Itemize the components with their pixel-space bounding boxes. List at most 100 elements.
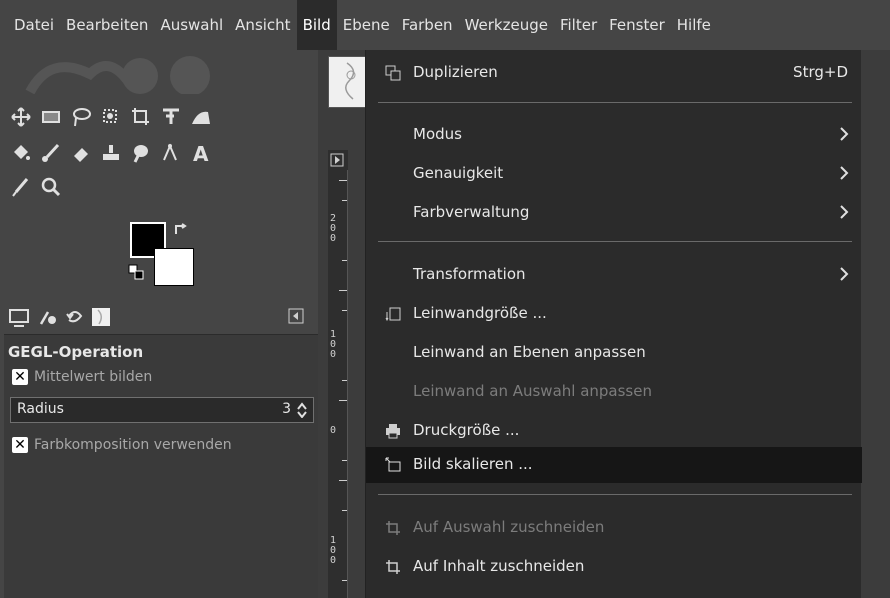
- menu-separator: [378, 102, 852, 103]
- ruler-tick: [339, 290, 347, 291]
- move-tool-icon[interactable]: [8, 102, 34, 132]
- fuzzy-select-icon[interactable]: [98, 102, 124, 132]
- menu-entry-leinwandgroesse[interactable]: Leinwandgröße ...: [366, 296, 862, 332]
- undo-history-tab-icon[interactable]: [64, 306, 88, 328]
- default-colors-icon[interactable]: [128, 264, 144, 280]
- menu-entry-leinwand-an-auswahl[interactable]: Leinwand an Auswahl anpassen: [366, 374, 862, 410]
- menu-entry-label: Modus: [413, 125, 462, 143]
- menu-fenster[interactable]: Fenster: [603, 0, 671, 50]
- menu-entry-auf-inhalt-zuschneiden[interactable]: Auf Inhalt zuschneiden: [366, 549, 862, 585]
- dock-tab-bar: [4, 302, 318, 332]
- menu-entry-auf-auswahl-zuschneiden[interactable]: Auf Auswahl zuschneiden: [366, 510, 862, 546]
- tool-row-2: A: [8, 138, 218, 172]
- menu-entry-genauigkeit[interactable]: Genauigkeit: [366, 156, 862, 192]
- ruler-tick: [339, 400, 347, 401]
- background-color[interactable]: [154, 248, 194, 286]
- menu-bild[interactable]: Bild: [296, 0, 337, 50]
- crop-icon: [386, 560, 400, 574]
- menu-ebene[interactable]: Ebene: [337, 0, 396, 50]
- warp-transform-icon[interactable]: [188, 102, 214, 132]
- device-status-tab-icon[interactable]: [38, 306, 62, 328]
- ruler-tick: [342, 310, 347, 311]
- color-swatches: [126, 222, 198, 286]
- ruler-tick: [339, 480, 347, 481]
- ruler-corner[interactable]: [328, 150, 348, 170]
- eraser-icon[interactable]: [68, 138, 94, 168]
- crop-icon: [386, 521, 400, 535]
- ruler-tick: [339, 180, 347, 181]
- color-composition-option[interactable]: ✕ Farbkomposition verwenden: [12, 437, 232, 453]
- wilber-logo-icon: [25, 56, 210, 94]
- menu-entry-label: Farbverwaltung: [413, 203, 530, 221]
- crop-tool-icon[interactable]: [128, 102, 154, 132]
- unified-transform-icon[interactable]: [158, 102, 184, 132]
- color-composition-label: Farbkomposition verwenden: [34, 437, 232, 453]
- left-dock: A GEGL-Operation ✕ Mittelwert bilden Rad…: [0, 50, 318, 598]
- menu-entry-label: Auf Inhalt zuschneiden: [413, 557, 585, 575]
- menu-farben[interactable]: Farben: [396, 0, 459, 50]
- scale-image-icon: [385, 457, 401, 472]
- text-tool-icon[interactable]: A: [188, 138, 214, 168]
- menu-entry-bild-skalieren[interactable]: Bild skalieren ...: [366, 447, 862, 483]
- menu-entry-label: Leinwand an Ebenen anpassen: [413, 343, 646, 361]
- average-option[interactable]: ✕ Mittelwert bilden: [12, 369, 152, 385]
- paths-tool-icon[interactable]: [158, 138, 184, 168]
- menu-entry-label: Bild skalieren ...: [413, 455, 533, 473]
- ruler-tick: [342, 510, 347, 511]
- ruler-label: 0: [330, 425, 337, 436]
- menu-entry-druckgroesse[interactable]: Druckgröße ...: [366, 413, 862, 449]
- menu-ansicht[interactable]: Ansicht: [229, 0, 296, 50]
- menu-werkzeuge[interactable]: Werkzeuge: [459, 0, 554, 50]
- menu-entry-label: Druckgröße ...: [413, 421, 520, 439]
- tool-options-tab-icon[interactable]: [8, 306, 32, 328]
- paintbrush-icon[interactable]: [38, 138, 64, 168]
- printer-icon: [386, 424, 400, 439]
- rect-select-icon[interactable]: [38, 102, 64, 132]
- menu-entry-farbverwaltung[interactable]: Farbverwaltung: [366, 195, 862, 231]
- average-label: Mittelwert bilden: [34, 369, 153, 385]
- menu-entry-label: Duplizieren: [413, 63, 498, 81]
- menu-hilfe[interactable]: Hilfe: [671, 0, 717, 50]
- submenu-arrow-icon: [840, 127, 849, 141]
- radius-label: Radius: [17, 401, 64, 417]
- smudge-icon[interactable]: [128, 138, 154, 168]
- menu-datei[interactable]: Datei: [0, 0, 60, 50]
- menu-auswahl[interactable]: Auswahl: [154, 0, 229, 50]
- menu-entry-leinwand-an-ebenen[interactable]: Leinwand an Ebenen anpassen: [366, 335, 862, 371]
- menu-entry-duplizieren[interactable]: Duplizieren Strg+D: [366, 55, 862, 91]
- lasso-select-icon[interactable]: [68, 102, 94, 132]
- menu-entry-transformation[interactable]: Transformation: [366, 257, 862, 293]
- tool-row-3: [8, 172, 68, 206]
- color-picker-icon[interactable]: [8, 172, 34, 202]
- radius-value[interactable]: 3: [282, 401, 291, 417]
- tool-options-panel: GEGL-Operation ✕ Mittelwert bilden Radiu…: [4, 334, 318, 598]
- menu-entry-label: Genauigkeit: [413, 164, 504, 182]
- menu-entry-label: Auf Auswahl zuschneiden: [413, 518, 605, 536]
- menu-bearbeiten[interactable]: Bearbeiten: [60, 0, 154, 50]
- canvas-right-strip: [861, 50, 890, 598]
- radius-spin-field[interactable]: Radius 3: [10, 397, 314, 423]
- average-checkbox[interactable]: ✕: [12, 369, 28, 385]
- swap-colors-icon[interactable]: [174, 222, 188, 236]
- submenu-arrow-icon: [840, 166, 849, 180]
- bucket-fill-icon[interactable]: [8, 138, 34, 168]
- menu-bar: Datei Bearbeiten Auswahl Ansicht Bild Eb…: [0, 0, 890, 50]
- menu-entry-modus[interactable]: Modus: [366, 117, 862, 153]
- vertical-ruler[interactable]: 2 0 0 1 0 0 0 1 0 0: [328, 170, 348, 598]
- images-tab-icon[interactable]: [90, 306, 114, 328]
- submenu-arrow-icon: [840, 267, 849, 281]
- quick-mask-icon[interactable]: [328, 150, 348, 170]
- spin-arrows-icon[interactable]: [295, 402, 309, 418]
- clone-stamp-icon[interactable]: [98, 138, 124, 168]
- shortcut-label: Strg+D: [793, 63, 848, 81]
- ruler-tick: [342, 260, 347, 261]
- bild-dropdown-menu: Duplizieren Strg+D Modus Genauigkeit Far…: [365, 50, 862, 598]
- ruler-label: 0: [330, 555, 337, 566]
- menu-filter[interactable]: Filter: [554, 0, 603, 50]
- zoom-icon[interactable]: [38, 172, 64, 202]
- menu-entry-label: Leinwandgröße ...: [413, 304, 547, 322]
- color-composition-checkbox[interactable]: ✕: [12, 437, 28, 453]
- ruler-tick: [342, 580, 347, 581]
- menu-entry-label: Transformation: [413, 265, 526, 283]
- dock-menu-icon[interactable]: [288, 308, 304, 324]
